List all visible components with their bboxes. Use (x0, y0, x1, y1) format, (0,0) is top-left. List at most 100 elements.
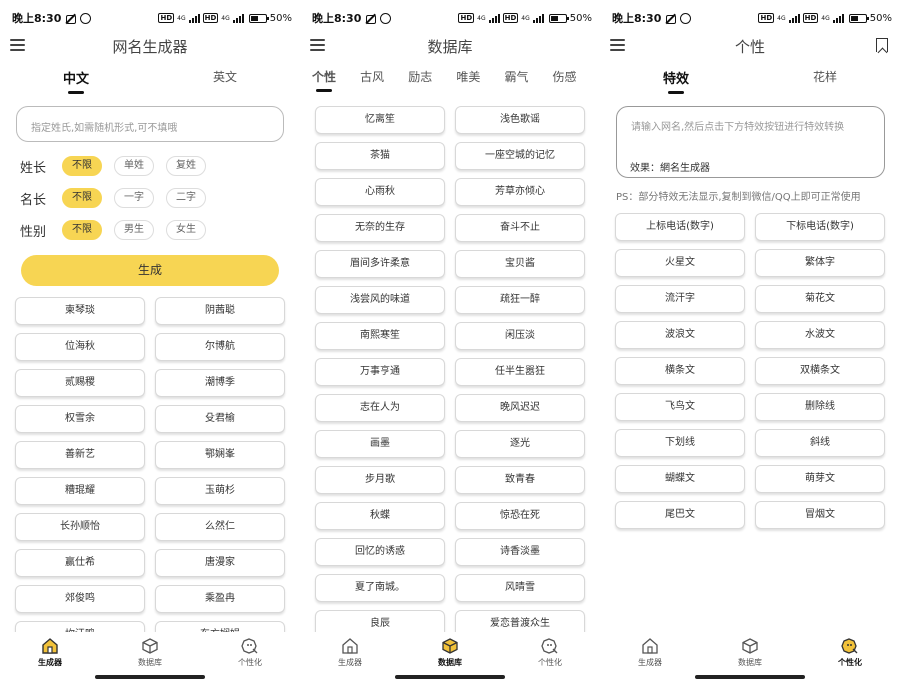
effect-button[interactable]: 萌芽文 (755, 465, 885, 493)
tab-effects[interactable]: 特效 (636, 68, 716, 94)
tab-personality[interactable]: 个性 (312, 68, 336, 92)
chip-two-char[interactable]: 二字 (166, 188, 206, 208)
name-card[interactable]: 夏了南城。 (315, 574, 445, 602)
bookmark-icon[interactable] (876, 38, 888, 52)
effect-button[interactable]: 上标电话(数字) (615, 213, 745, 241)
name-card[interactable]: 南熙寒笙 (315, 322, 445, 350)
nav-personalize[interactable]: 个性化 (820, 638, 880, 668)
chip-one-char[interactable]: 一字 (114, 188, 154, 208)
name-card[interactable]: 位海秋 (15, 333, 145, 361)
name-card[interactable]: 奋斗不止 (455, 214, 585, 242)
name-card[interactable]: 晚风迟迟 (455, 394, 585, 422)
nav-database[interactable]: 数据库 (420, 638, 480, 668)
chip-male[interactable]: 男生 (114, 220, 154, 240)
chip-unlimited[interactable]: 不限 (62, 156, 102, 176)
name-card[interactable]: 心雨秋 (315, 178, 445, 206)
nav-database[interactable]: 数据库 (720, 638, 780, 668)
name-card[interactable]: 阴茜聪 (155, 297, 285, 325)
nav-generator[interactable]: 生成器 (320, 638, 380, 668)
name-card[interactable]: 郊俊鸣 (15, 585, 145, 613)
tab-inspirational[interactable]: 励志 (408, 68, 432, 85)
effect-button[interactable]: 斜线 (755, 429, 885, 457)
effect-button[interactable]: 冒烟文 (755, 501, 885, 529)
name-card[interactable]: 芳草亦倾心 (455, 178, 585, 206)
name-card[interactable]: 惊恐在死 (455, 502, 585, 530)
name-card[interactable]: 闲压淡 (455, 322, 585, 350)
chip-single-surname[interactable]: 单姓 (114, 156, 154, 176)
name-card[interactable]: 诗香淡墨 (455, 538, 585, 566)
name-card[interactable]: 任半生嚣狂 (455, 358, 585, 386)
name-card[interactable]: 画墨 (315, 430, 445, 458)
name-card[interactable]: 步月歌 (315, 466, 445, 494)
effect-button[interactable]: 删除线 (755, 393, 885, 421)
name-card[interactable]: 一座空城的记忆 (455, 142, 585, 170)
name-card[interactable]: 长孙顺怡 (15, 513, 145, 541)
nav-database[interactable]: 数据库 (120, 638, 180, 668)
name-card[interactable]: 致青春 (455, 466, 585, 494)
effect-button[interactable]: 火星文 (615, 249, 745, 277)
tab-chinese[interactable]: 中文 (36, 68, 116, 94)
effect-button[interactable]: 尾巴文 (615, 501, 745, 529)
generate-button[interactable]: 生成 (21, 255, 279, 286)
tab-sad[interactable]: 伤感 (553, 68, 577, 85)
nav-personalize[interactable]: 个性化 (520, 638, 580, 668)
name-card[interactable]: 秋蝶 (315, 502, 445, 530)
effect-button[interactable]: 双横条文 (755, 357, 885, 385)
option-row-name-length: 名长 不限 一字 二字 (20, 187, 218, 209)
name-card[interactable]: 无奈的生存 (315, 214, 445, 242)
mute-icon (665, 13, 677, 24)
name-card[interactable]: 糟琨耀 (15, 477, 145, 505)
nav-personalize[interactable]: 个性化 (220, 638, 280, 668)
tab-patterns[interactable]: 花样 (785, 68, 865, 85)
name-card[interactable]: 赢仕希 (15, 549, 145, 577)
name-card[interactable]: 浅色歌谣 (455, 106, 585, 134)
effect-button[interactable]: 飞鸟文 (615, 393, 745, 421)
name-card[interactable]: 浅尝风的味道 (315, 286, 445, 314)
name-card[interactable]: 柬琴琰 (15, 297, 145, 325)
effect-button[interactable]: 下划线 (615, 429, 745, 457)
effect-button[interactable]: 下标电话(数字) (755, 213, 885, 241)
nav-generator[interactable]: 生成器 (20, 638, 80, 668)
effect-button[interactable]: 横条文 (615, 357, 745, 385)
effect-button[interactable]: 菊花文 (755, 285, 885, 313)
name-card[interactable]: 眉间多许柔意 (315, 250, 445, 278)
name-card[interactable]: 殳君榆 (155, 405, 285, 433)
name-card[interactable]: 权雪余 (15, 405, 145, 433)
effect-button[interactable]: 流汗字 (615, 285, 745, 313)
name-card[interactable]: 逐光 (455, 430, 585, 458)
name-card[interactable]: 鄂娴峯 (155, 441, 285, 469)
name-card[interactable]: 茶猫 (315, 142, 445, 170)
tab-english[interactable]: 英文 (185, 68, 265, 85)
name-card[interactable]: 忆离笙 (315, 106, 445, 134)
name-card[interactable]: 宝贝酱 (455, 250, 585, 278)
name-card[interactable]: 潮博季 (155, 369, 285, 397)
cube-icon (142, 638, 158, 654)
name-card[interactable]: 风晴雪 (455, 574, 585, 602)
effect-button[interactable]: 蝴蝶文 (615, 465, 745, 493)
chip-unlimited[interactable]: 不限 (62, 188, 102, 208)
name-card[interactable]: 么然仁 (155, 513, 285, 541)
name-card[interactable]: 回忆的诱惑 (315, 538, 445, 566)
name-card[interactable]: 万事亨通 (315, 358, 445, 386)
chip-compound-surname[interactable]: 复姓 (166, 156, 206, 176)
tab-aesthetic[interactable]: 唯美 (456, 68, 480, 85)
name-card[interactable]: 贰赐稷 (15, 369, 145, 397)
effect-input[interactable]: 请输入网名,然后点击下方特效按钮进行特效转换 效果：網名生成器 (616, 106, 885, 178)
name-card[interactable]: 尔博航 (155, 333, 285, 361)
nav-generator[interactable]: 生成器 (620, 638, 680, 668)
name-card[interactable]: 志在人为 (315, 394, 445, 422)
name-card[interactable]: 唐漫家 (155, 549, 285, 577)
name-card[interactable]: 善新艺 (15, 441, 145, 469)
effect-button[interactable]: 水波文 (755, 321, 885, 349)
name-card[interactable]: 玉萌杉 (155, 477, 285, 505)
effect-button[interactable]: 波浪文 (615, 321, 745, 349)
surname-input[interactable]: 指定姓氏,如需随机形式,可不填哦 (16, 106, 284, 142)
chip-unlimited[interactable]: 不限 (62, 220, 102, 240)
name-card[interactable]: 疏狂一醉 (455, 286, 585, 314)
effect-button[interactable]: 繁体字 (755, 249, 885, 277)
tab-ancient[interactable]: 古风 (360, 68, 384, 85)
chip-female[interactable]: 女生 (166, 220, 206, 240)
tab-domineering[interactable]: 霸气 (504, 68, 528, 85)
status-bar: 晚上8:30 HD 4G HD 4G 50% (612, 10, 892, 26)
name-card[interactable]: 乘盈冉 (155, 585, 285, 613)
